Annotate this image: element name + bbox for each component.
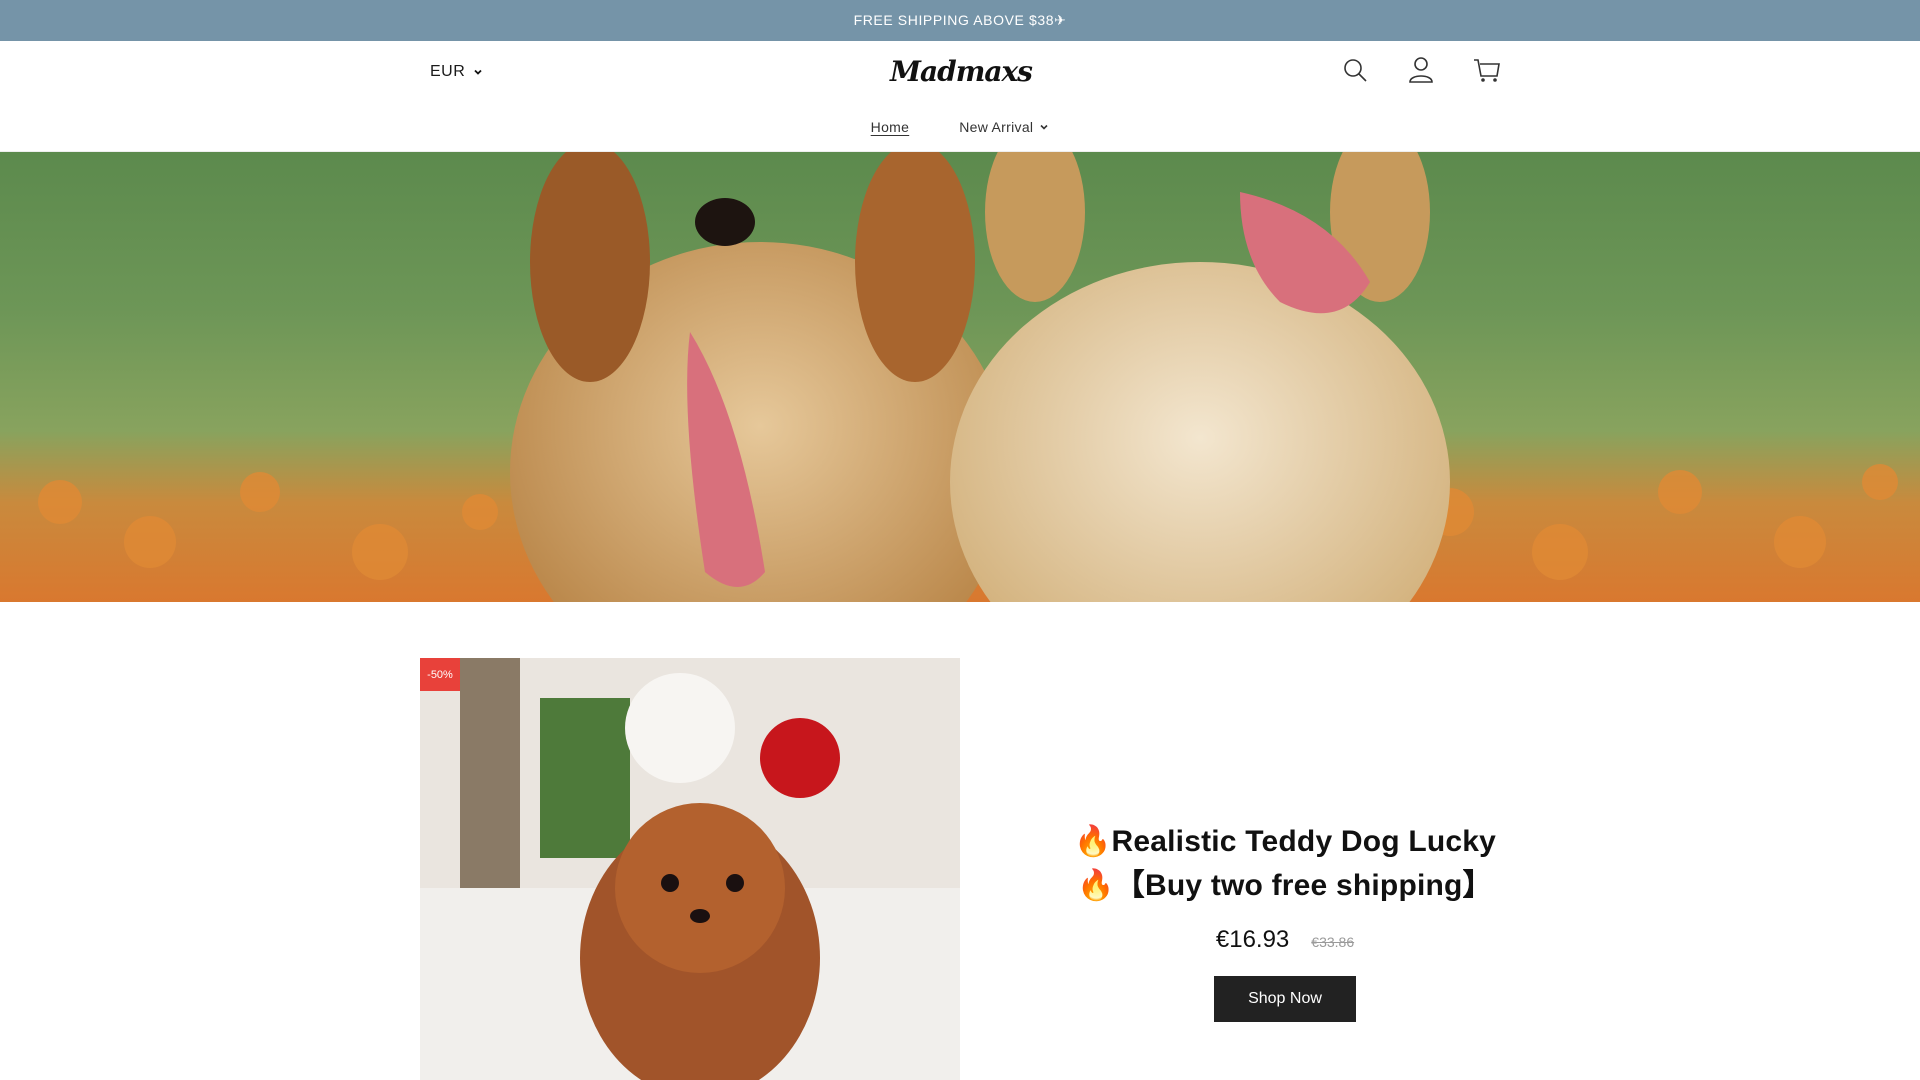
chevron-down-icon <box>1040 124 1048 130</box>
price-row: €16.93 €33.86 <box>1040 926 1530 954</box>
teddy-dog-photo <box>420 658 960 1080</box>
cart-icon[interactable] <box>1472 55 1502 85</box>
nav-item-home[interactable]: Home <box>871 119 910 135</box>
nav-item-new-arrival[interactable]: New Arrival <box>959 119 1049 135</box>
account-icon[interactable] <box>1406 55 1436 85</box>
currency-selector[interactable]: EUR <box>430 63 483 81</box>
announcement-text: FREE SHIPPING ABOVE $38✈ <box>853 12 1067 28</box>
site-header: EUR Madmaxs Home New Arrival <box>0 41 1920 152</box>
nav-item-new-arrival-label: New Arrival <box>959 119 1034 135</box>
search-icon[interactable] <box>1340 55 1370 85</box>
shop-now-button[interactable]: Shop Now <box>1214 976 1356 1022</box>
sale-price: €16.93 <box>1215 926 1290 953</box>
product-title-line1: 🔥Realistic Teddy Dog Lucky <box>1073 825 1497 858</box>
original-price: €33.86 <box>1311 934 1355 950</box>
product-info: 🔥Realistic Teddy Dog Lucky 🔥【Buy two fre… <box>1040 820 1530 1022</box>
currency-label: EUR <box>430 63 466 80</box>
product-title-line2: 🔥【Buy two free shipping】 <box>1077 869 1493 902</box>
main-nav: Home New Arrival <box>0 119 1920 135</box>
product-image[interactable]: -50% <box>420 658 960 1080</box>
product-title[interactable]: 🔥Realistic Teddy Dog Lucky 🔥【Buy two fre… <box>1040 820 1530 908</box>
puppies-illustration <box>38 152 1898 602</box>
nav-item-home-label: Home <box>870 119 910 135</box>
site-logo[interactable]: Madmaxs <box>890 55 1033 88</box>
chevron-down-icon <box>474 69 482 75</box>
announcement-bar: FREE SHIPPING ABOVE $38✈ <box>0 0 1920 41</box>
hero-banner-image[interactable] <box>0 152 1920 602</box>
discount-badge: -50% <box>420 658 460 691</box>
